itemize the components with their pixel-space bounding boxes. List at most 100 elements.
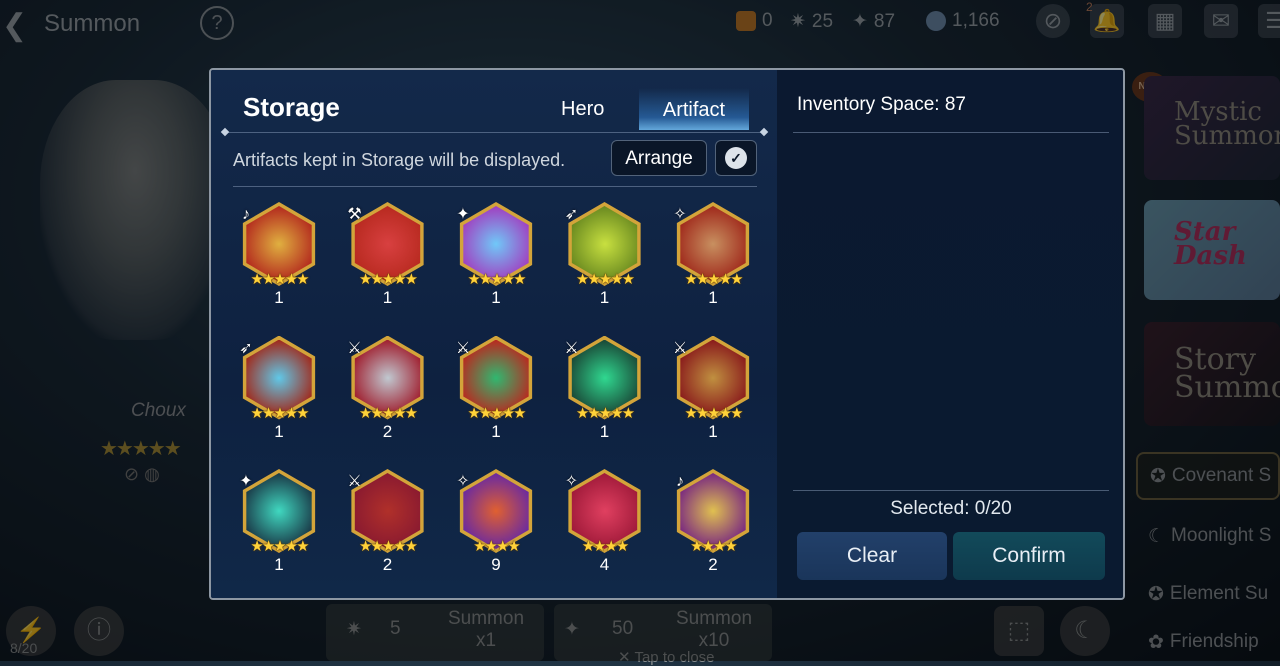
artifact-quantity: 2 (382, 555, 393, 574)
screen-title: Summon (44, 10, 141, 37)
class-icon: ⚔ (347, 473, 362, 490)
arrange-toggle[interactable]: ✓ (715, 140, 757, 176)
menu-element-label: Element Su (1169, 583, 1269, 604)
notification-badge: 2 (1086, 0, 1093, 14)
artifact-quantity: 1 (599, 421, 610, 441)
hero-portrait (40, 80, 230, 340)
artifact-stars: ★★★★★ (467, 404, 526, 422)
artifact-stars: ★★★★ (690, 538, 738, 555)
clear-button[interactable]: Clear (797, 532, 947, 580)
currency-spark: ✷ 25 (790, 10, 833, 33)
gift-icon[interactable]: ⬚ (994, 606, 1044, 656)
artifact-quantity: 1 (491, 421, 501, 441)
artifact-item[interactable]: ⚔ ★★★★★ 1 (559, 334, 655, 454)
artifact-item[interactable]: ✧ ★★★★ 9 (450, 467, 546, 587)
artifact-item[interactable]: ➶ ★★★★★ 1 (233, 334, 329, 454)
currency-crystal-value: 1,166 (952, 10, 1000, 31)
title-divider (225, 132, 765, 133)
class-icon: ✧ (564, 473, 579, 490)
artifact-item[interactable]: ⚔ ★★★★★ 1 (667, 334, 763, 454)
artifact-stars: ★★★★★ (250, 404, 309, 422)
menu-moonlight-summon[interactable]: ☾ Moonlight S (1136, 512, 1280, 560)
tab-artifact[interactable]: Artifact (639, 88, 749, 130)
crystal-icon (926, 11, 946, 31)
artifact-quantity: 1 (274, 288, 284, 307)
menu-icon[interactable]: ☰ (1258, 4, 1280, 38)
artifact-quantity: 1 (708, 421, 718, 441)
energy-icon (736, 11, 756, 31)
confirm-button[interactable]: Confirm (953, 532, 1105, 580)
moon-icon[interactable]: ☾ (1060, 606, 1110, 656)
artifact-item[interactable]: ⚔ ★★★★★ 2 (342, 334, 438, 454)
artifact-item[interactable]: ♪ ★★★★ 2 (667, 467, 763, 587)
hero-name: Choux (131, 400, 186, 421)
class-icon: ✦ (239, 473, 253, 490)
artifact-item[interactable]: ♪ ★★★★★ 1 (233, 200, 329, 320)
help-icon[interactable]: ? (200, 6, 234, 40)
summon-x1-cost: 5 (390, 618, 401, 639)
mail-icon[interactable]: ✉ (1204, 4, 1238, 38)
menu-element-summon[interactable]: ✪ Element Su (1136, 570, 1280, 618)
summon-x1-label: Summon x1 (447, 608, 525, 651)
info-icon[interactable]: ⓘ (74, 606, 124, 656)
currency-star-spark-value: 87 (873, 10, 896, 32)
artifact-item[interactable]: ✦ ★★★★★ 1 (233, 467, 329, 587)
friendship-icon: ✿ (1148, 631, 1164, 653)
divider-ornament-left (220, 127, 230, 137)
artifact-item[interactable]: ⚔ ★★★★★ 1 (450, 334, 546, 454)
menu-moonlight-label: Moonlight S (1171, 525, 1272, 546)
class-icon: ⚔ (672, 339, 688, 357)
artifact-item[interactable]: ✧ ★★★★★ 1 (667, 200, 763, 320)
artifact-item[interactable]: ➶ ★★★★★ 1 (559, 200, 655, 320)
menu-friendship-summon[interactable]: ✿ Friendship (1136, 618, 1280, 666)
artifact-item[interactable]: ✦ ★★★★★ 1 (450, 200, 546, 320)
selection-pane: Inventory Space: 87 Selected: 0/20 Clear… (777, 70, 1123, 598)
star-spark-icon: ✦ (852, 11, 868, 32)
artifact-item[interactable]: ⚔ ★★★★★ 2 (342, 467, 438, 587)
tab-hero[interactable]: Hero (561, 98, 604, 121)
banner-story-summon[interactable]: Story Summon (1144, 322, 1280, 426)
storage-hint: Artifacts kept in Storage will be displa… (233, 150, 566, 170)
banner-mystic-label: Mystic Summon (1174, 97, 1280, 151)
artifact-stars: ★★★★★ (250, 538, 309, 555)
menu-covenant-summon[interactable]: ✪ Covenant S (1136, 452, 1280, 500)
artifact-quantity: 1 (274, 555, 284, 574)
moonlight-icon: ☾ (1148, 525, 1166, 547)
currency-star-spark: ✦ 87 (852, 10, 895, 33)
summon-x10-cost-icon: ✦ (564, 619, 580, 640)
class-icon: ⚔ (347, 339, 362, 357)
class-icon: ♪ (676, 473, 684, 490)
selected-count: Selected: 0/20 (890, 498, 1012, 519)
artifact-quantity: 1 (382, 288, 393, 307)
artifact-item[interactable]: ✧ ★★★★ 4 (559, 467, 655, 587)
settings-ring-icon[interactable]: ⊘ (1036, 4, 1070, 38)
storage-list-pane: Storage Hero Artifact Artifacts kept in … (211, 70, 777, 598)
menu-friendship-label: Friendship (1169, 631, 1259, 652)
artifact-quantity: 1 (599, 288, 610, 307)
currency-spark-value: 25 (811, 10, 834, 32)
chevron-down-icon: ✓ (725, 147, 747, 169)
artifact-stars: ★★★★★ (575, 404, 635, 422)
banner-mystic-summon[interactable]: Mystic Summon (1144, 76, 1280, 180)
storage-dialog: Storage Hero Artifact Artifacts kept in … (209, 68, 1125, 600)
inventory-divider (793, 132, 1109, 133)
artifact-item[interactable]: ⚒ ★★★★★ 1 (342, 200, 438, 320)
covenant-icon: ✪ (1150, 465, 1166, 487)
artifact-stars: ★★★★★ (358, 538, 418, 555)
banner-star-dash[interactable]: Star Dash (1144, 200, 1280, 300)
tap-to-close[interactable]: ✕ Tap to close (618, 648, 715, 666)
arrange-button[interactable]: Arrange (611, 140, 707, 176)
hero-class-icon: ⊘ ◍ (124, 464, 160, 484)
hint-divider (233, 186, 757, 187)
artifact-stars: ★★★★★ (358, 271, 418, 288)
bell-icon[interactable]: 🔔 (1090, 4, 1124, 38)
currency-crystal: 1,166 (926, 10, 1000, 32)
class-icon: ➶ (564, 206, 579, 223)
summon-x1-button[interactable]: ✷ 5 Summon x1 (326, 604, 544, 661)
shop-icon[interactable]: ▦ (1148, 4, 1182, 38)
class-icon: ✧ (673, 206, 687, 223)
hero-stars: ★★★★★ (100, 438, 182, 460)
currency-energy: 0 (736, 10, 773, 32)
spark-icon: ✷ (790, 11, 806, 32)
back-icon[interactable]: ❮ (2, 8, 27, 43)
